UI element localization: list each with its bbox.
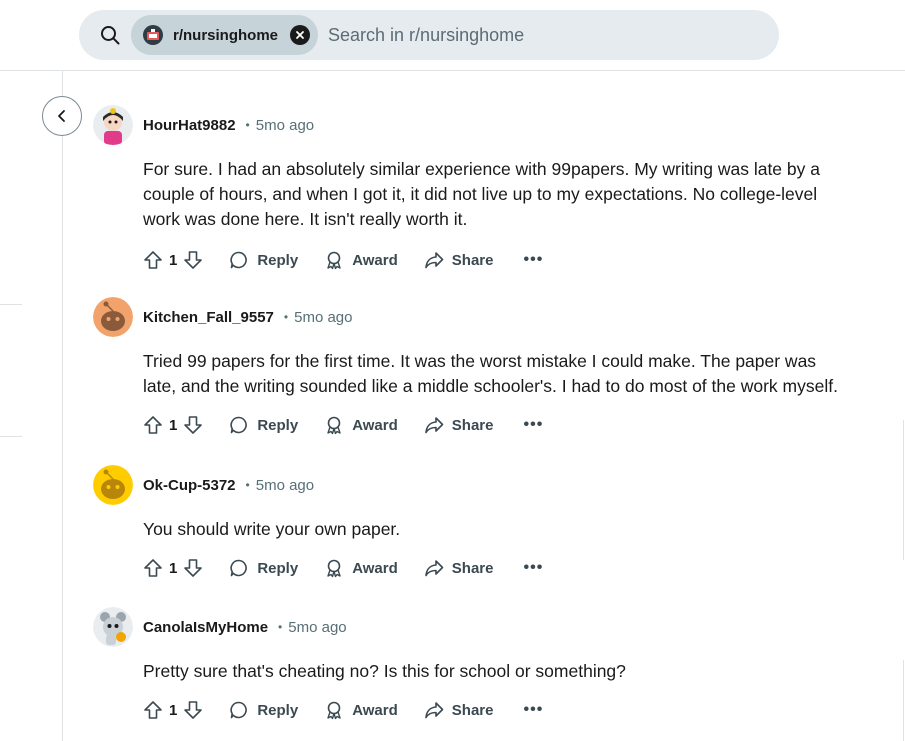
avatar[interactable] [93,105,133,145]
award-icon [327,559,341,578]
divider [903,660,904,741]
share-icon [424,417,444,434]
timestamp[interactable]: 5mo ago [288,619,346,636]
vote-count: 1 [169,251,178,269]
share-icon [424,252,444,269]
share-button[interactable]: Share [424,250,493,270]
more-options-icon[interactable]: ••• [523,416,543,434]
search-bar[interactable]: r/nursinghome [79,10,779,60]
upvote-icon[interactable] [143,700,163,720]
close-icon[interactable] [290,25,311,45]
separator: • [245,478,250,492]
award-button[interactable]: Award [324,700,398,720]
downvote-icon[interactable] [183,700,203,720]
thread-line [62,71,63,741]
share-button[interactable]: Share [424,415,493,435]
comment-actions: 1 Reply Award Share ••• [143,694,873,726]
comment: Ok-Cup-5372 • 5mo ago You should write y… [93,465,873,584]
search-icon[interactable] [99,24,121,46]
upvote-icon[interactable] [143,558,163,578]
downvote-icon[interactable] [183,415,203,435]
upvote-icon[interactable] [143,415,163,435]
vote-count: 1 [169,701,178,719]
comment-icon [230,251,248,269]
more-options-icon[interactable]: ••• [523,701,543,719]
award-button[interactable]: Award [324,250,398,270]
comment-body: Pretty sure that's cheating no? Is this … [143,661,626,681]
divider [0,436,22,437]
comment-icon [230,559,248,577]
share-button[interactable]: Share [424,558,493,578]
vote-count: 1 [169,559,178,577]
award-icon [327,416,341,435]
award-icon [327,251,341,270]
comment-body: You should write your own paper. [143,519,401,539]
reply-button[interactable]: Reply [229,250,298,270]
share-button[interactable]: Share [424,700,493,720]
vote-count: 1 [169,416,178,434]
top-bar: r/nursinghome [0,0,905,71]
reply-button[interactable]: Reply [229,700,298,720]
timestamp[interactable]: 5mo ago [294,309,352,326]
search-input[interactable] [328,15,779,55]
separator: • [245,118,250,132]
downvote-icon[interactable] [183,250,203,270]
more-options-icon[interactable]: ••• [523,251,543,269]
share-icon [424,560,444,577]
upvote-icon[interactable] [143,250,163,270]
chevron-left-icon [58,110,65,122]
timestamp[interactable]: 5mo ago [256,117,314,134]
comment: HourHat9882 • 5mo ago For sure. I had an… [93,105,873,276]
back-button[interactable] [42,96,82,136]
divider [903,420,904,560]
username[interactable]: Kitchen_Fall_9557 [143,309,274,326]
subreddit-chip-label: r/nursinghome [173,26,279,44]
subreddit-filter-chip[interactable]: r/nursinghome [131,15,319,55]
comment-body: Tried 99 papers for the first time. It w… [143,351,838,396]
avatar[interactable] [93,607,133,647]
subreddit-avatar-icon [143,25,163,45]
comment: Kitchen_Fall_9557 • 5mo ago Tried 99 pap… [93,297,873,441]
comment-body: For sure. I had an absolutely similar ex… [143,159,820,229]
separator: • [283,310,289,324]
username[interactable]: HourHat9882 [143,117,236,134]
timestamp[interactable]: 5mo ago [256,477,314,494]
downvote-icon[interactable] [183,558,203,578]
reply-button[interactable]: Reply [229,558,298,578]
award-icon [327,701,341,720]
comment: CanolaIsMyHome • 5mo ago Pretty sure tha… [93,607,873,726]
username[interactable]: CanolaIsMyHome [143,619,268,636]
divider [0,304,22,305]
award-button[interactable]: Award [324,558,398,578]
username[interactable]: Ok-Cup-5372 [143,477,236,494]
share-icon [424,702,444,719]
comment-actions: 1 Reply Award Share ••• [143,409,873,441]
more-options-icon[interactable]: ••• [523,559,543,577]
avatar[interactable] [93,465,133,505]
reply-button[interactable]: Reply [229,415,298,435]
comment-actions: 1 Reply Award Share ••• [143,244,873,276]
award-button[interactable]: Award [324,415,398,435]
comment-actions: 1 Reply Award Share ••• [143,552,873,584]
avatar[interactable] [93,297,133,337]
separator: • [278,620,283,634]
comment-icon [230,701,248,719]
comment-icon [230,416,248,434]
